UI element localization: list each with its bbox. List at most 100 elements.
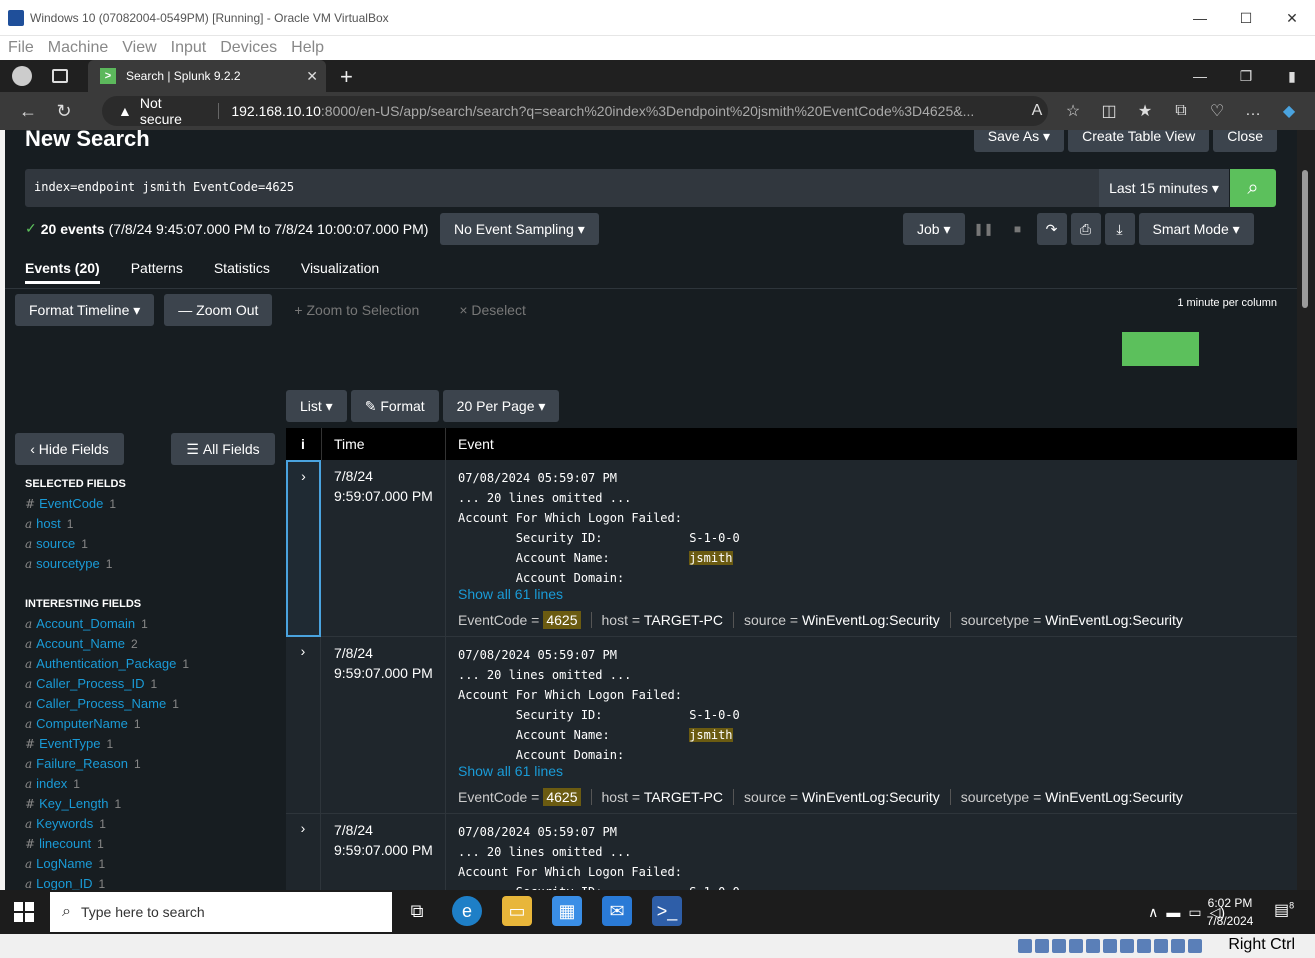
- read-aloud-icon[interactable]: A: [1019, 102, 1055, 120]
- stop-icon[interactable]: ■: [1003, 213, 1033, 245]
- search-button[interactable]: ⌕: [1230, 169, 1276, 207]
- profile-icon[interactable]: [12, 66, 32, 86]
- field-name[interactable]: LogName: [36, 856, 92, 871]
- browser-copilot-icon[interactable]: ▮: [1269, 60, 1315, 92]
- menu-devices[interactable]: Devices: [220, 39, 277, 57]
- field-item[interactable]: a Logon_ID 1: [25, 876, 105, 890]
- shared-folder-icon[interactable]: [1103, 939, 1117, 953]
- minimize-button[interactable]: —: [1177, 0, 1223, 36]
- close-search-button[interactable]: Close: [1213, 130, 1277, 152]
- menu-file[interactable]: File: [8, 39, 34, 57]
- tab-actions-icon[interactable]: [52, 69, 68, 83]
- scroll-thumb[interactable]: [1302, 170, 1308, 308]
- field-item[interactable]: a Authentication_Package 1: [25, 656, 189, 671]
- time-range-picker[interactable]: Last 15 minutes ▾: [1099, 169, 1229, 207]
- taskbar-clock[interactable]: 6:02 PM 7/8/2024: [1200, 894, 1260, 930]
- meta-value-source[interactable]: WinEventLog:Security: [802, 789, 940, 805]
- meta-value-eventcode[interactable]: 4625: [543, 788, 581, 806]
- field-item[interactable]: # EventCode 1: [25, 496, 116, 511]
- field-item[interactable]: a Keywords 1: [25, 816, 106, 831]
- tab-statistics[interactable]: Statistics: [214, 260, 270, 284]
- powershell-icon[interactable]: >_: [652, 896, 682, 926]
- create-table-view-button[interactable]: Create Table View: [1068, 130, 1210, 152]
- collections-icon[interactable]: ⧉: [1163, 102, 1199, 120]
- split-screen-icon[interactable]: ◫: [1091, 101, 1127, 121]
- timeline-bar[interactable]: [1122, 332, 1199, 366]
- field-item[interactable]: a LogName 1: [25, 856, 105, 871]
- print-icon[interactable]: ⎙: [1070, 213, 1101, 245]
- menu-view[interactable]: View: [122, 39, 156, 57]
- task-view-icon[interactable]: ⧉: [402, 896, 432, 926]
- field-name[interactable]: sourcetype: [36, 556, 100, 571]
- list-view-button[interactable]: List ▾: [286, 390, 347, 422]
- field-item[interactable]: a host 1: [25, 516, 73, 531]
- favorite-star-icon[interactable]: ☆: [1055, 101, 1091, 121]
- field-item[interactable]: a source 1: [25, 536, 88, 551]
- time-column-header[interactable]: Time: [334, 436, 365, 452]
- optical-icon[interactable]: [1035, 939, 1049, 953]
- browser-tab[interactable]: > Search | Splunk 9.2.2 ✕: [88, 60, 326, 92]
- field-name[interactable]: Keywords: [36, 816, 93, 831]
- field-name[interactable]: host: [36, 516, 61, 531]
- meta-value-source[interactable]: WinEventLog:Security: [802, 612, 940, 628]
- format-button[interactable]: ✎ Format: [350, 390, 439, 422]
- show-all-lines-link[interactable]: Show all 61 lines: [458, 763, 563, 779]
- meta-value-host[interactable]: TARGET-PC: [644, 789, 723, 805]
- tray-chevron-icon[interactable]: ∧: [1148, 904, 1158, 921]
- field-item[interactable]: a Caller_Process_Name 1: [25, 696, 179, 711]
- hide-fields-button[interactable]: ‹ Hide Fields: [15, 433, 124, 465]
- field-item[interactable]: a Account_Name 2: [25, 636, 138, 651]
- field-name[interactable]: Account_Name: [36, 636, 125, 651]
- menu-input[interactable]: Input: [171, 39, 207, 57]
- menu-machine[interactable]: Machine: [48, 39, 108, 57]
- save-as-button[interactable]: Save As ▾: [973, 130, 1065, 152]
- close-tab-icon[interactable]: ✕: [306, 68, 318, 85]
- search-input[interactable]: index=endpoint jsmith EventCode=4625: [25, 169, 1099, 207]
- field-item[interactable]: # linecount 1: [25, 836, 104, 851]
- field-item[interactable]: a ComputerName 1: [25, 716, 141, 731]
- tray-device-icon[interactable]: ▬: [1166, 904, 1180, 920]
- page-scrollbar[interactable]: [1297, 130, 1315, 890]
- notification-icon[interactable]: ▤8: [1274, 900, 1294, 920]
- field-name[interactable]: linecount: [39, 836, 91, 851]
- highlighted-term[interactable]: jsmith: [689, 728, 733, 742]
- field-item[interactable]: a Caller_Process_ID 1: [25, 676, 157, 691]
- field-name[interactable]: source: [36, 536, 75, 551]
- show-all-lines-link[interactable]: Show all 61 lines: [458, 586, 563, 602]
- tab-visualization[interactable]: Visualization: [301, 260, 379, 284]
- field-name[interactable]: Caller_Process_Name: [36, 696, 166, 711]
- highlighted-term[interactable]: jsmith: [689, 551, 733, 565]
- usb-icon[interactable]: [1086, 939, 1100, 953]
- export-icon[interactable]: ⤓: [1104, 213, 1135, 245]
- audio-icon[interactable]: [1052, 939, 1066, 953]
- mouse-icon[interactable]: [1171, 939, 1185, 953]
- per-page-button[interactable]: 20 Per Page ▾: [442, 390, 560, 422]
- field-item[interactable]: a Account_Domain 1: [25, 616, 148, 631]
- field-name[interactable]: Key_Length: [39, 796, 108, 811]
- field-item[interactable]: a sourcetype 1: [25, 556, 112, 571]
- windows-start-icon[interactable]: [14, 902, 34, 922]
- field-name[interactable]: EventType: [39, 736, 100, 751]
- meta-value-host[interactable]: TARGET-PC: [644, 612, 723, 628]
- field-item[interactable]: a Failure_Reason 1: [25, 756, 141, 771]
- field-name[interactable]: Account_Domain: [36, 616, 135, 631]
- field-name[interactable]: ComputerName: [36, 716, 128, 731]
- close-button[interactable]: ✕: [1269, 0, 1315, 36]
- zoom-to-selection-button[interactable]: + Zoom to Selection: [294, 302, 419, 318]
- field-name[interactable]: EventCode: [39, 496, 103, 511]
- more-icon[interactable]: …: [1235, 102, 1271, 120]
- field-name[interactable]: Authentication_Package: [36, 656, 176, 671]
- field-name[interactable]: Caller_Process_ID: [36, 676, 144, 691]
- display-icon[interactable]: [1120, 939, 1134, 953]
- browser-minimize-button[interactable]: —: [1177, 60, 1223, 92]
- meta-value-eventcode[interactable]: 4625: [543, 611, 581, 629]
- job-menu[interactable]: Job ▾: [903, 213, 965, 245]
- network-adapter-icon[interactable]: [1069, 939, 1083, 953]
- event-sampling-dropdown[interactable]: No Event Sampling ▾: [440, 213, 599, 245]
- zoom-out-button[interactable]: — Zoom Out: [164, 294, 273, 326]
- share-icon[interactable]: ↷: [1036, 213, 1067, 245]
- field-item[interactable]: a index 1: [25, 776, 80, 791]
- edge-icon[interactable]: e: [452, 896, 482, 926]
- format-timeline-button[interactable]: Format Timeline ▾: [15, 294, 155, 326]
- field-name[interactable]: index: [36, 776, 67, 791]
